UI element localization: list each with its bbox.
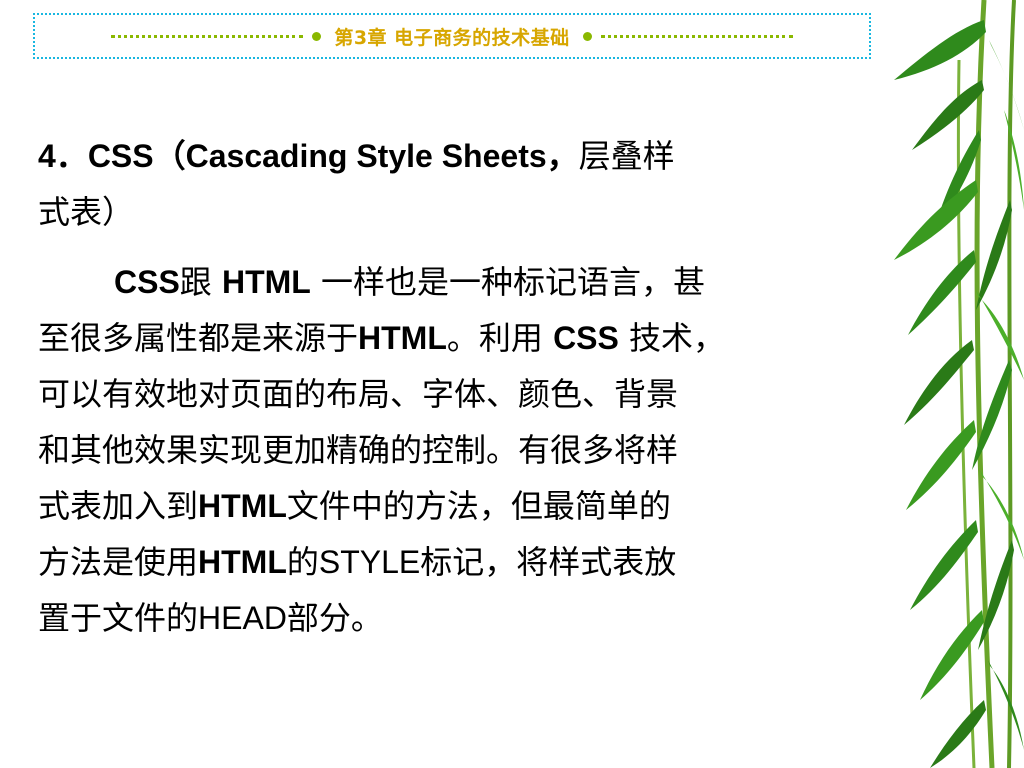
- heading-cn-2: 式表）: [38, 193, 135, 231]
- bamboo-leaf: [976, 200, 1012, 310]
- para-line-7: 置于文件的HEAD部分。: [38, 599, 383, 637]
- section-heading: 4．CSS（Cascading Style Sheets，层叠样 式表）: [38, 128, 868, 240]
- bamboo-leaf: [988, 660, 1024, 750]
- bamboo-leaf: [1004, 110, 1024, 210]
- header-dotted-line-left: [111, 34, 304, 38]
- para-line-1: CSS跟 HTML 一样也是一种标记语言，甚: [114, 263, 706, 301]
- bamboo-leaf: [894, 20, 986, 80]
- heading-cn-1: 层叠样: [578, 137, 675, 175]
- para-line-4: 和其他效果实现更加精确的控制。有很多将样: [38, 431, 679, 469]
- chapter-title: 第3章 电子商务的技术基础: [334, 26, 570, 49]
- bamboo-leaf: [989, 40, 1024, 130]
- para-line-3: 可以有效地对页面的布局、字体、颜色、背景: [38, 375, 679, 413]
- header-bullet-left: [312, 31, 322, 41]
- header-bullet-right: [582, 31, 592, 41]
- bamboo-leaf: [920, 610, 984, 700]
- header-dotted-line-right: [600, 34, 793, 38]
- bamboo-leaf: [980, 470, 1024, 560]
- heading-number: 4．: [38, 138, 88, 174]
- slide-content: 4．CSS（Cascading Style Sheets，层叠样 式表） CSS…: [38, 128, 868, 646]
- bamboo-leaves-decoration: [894, 0, 1024, 768]
- para-line-6: 方法是使用HTML的STYLE标记，将样式表放: [38, 543, 677, 581]
- para-line-5: 式表加入到HTML文件中的方法，但最简单的: [38, 487, 671, 525]
- slide: 第3章 电子商务的技术基础 4．CSS（Cascading Style Shee…: [0, 0, 1024, 768]
- header-banner: 第3章 电子商务的技术基础: [33, 13, 871, 59]
- body-paragraph: CSS跟 HTML 一样也是一种标记语言，甚 至很多属性都是来源于HTML。利用…: [38, 254, 868, 646]
- bamboo-stem: [1007, 0, 1016, 768]
- header-row: 第3章 电子商务的技术基础: [35, 15, 869, 57]
- para-line-2: 至很多属性都是来源于HTML。利用 CSS 技术，: [38, 319, 726, 357]
- bamboo-leaf: [930, 700, 986, 768]
- bamboo-stem: [974, 0, 995, 768]
- bamboo-leaf: [976, 290, 1024, 380]
- bamboo-leaf: [894, 180, 978, 260]
- heading-latin: CSS（Cascading Style Sheets，: [87, 138, 579, 174]
- bamboo-leaf: [908, 250, 976, 335]
